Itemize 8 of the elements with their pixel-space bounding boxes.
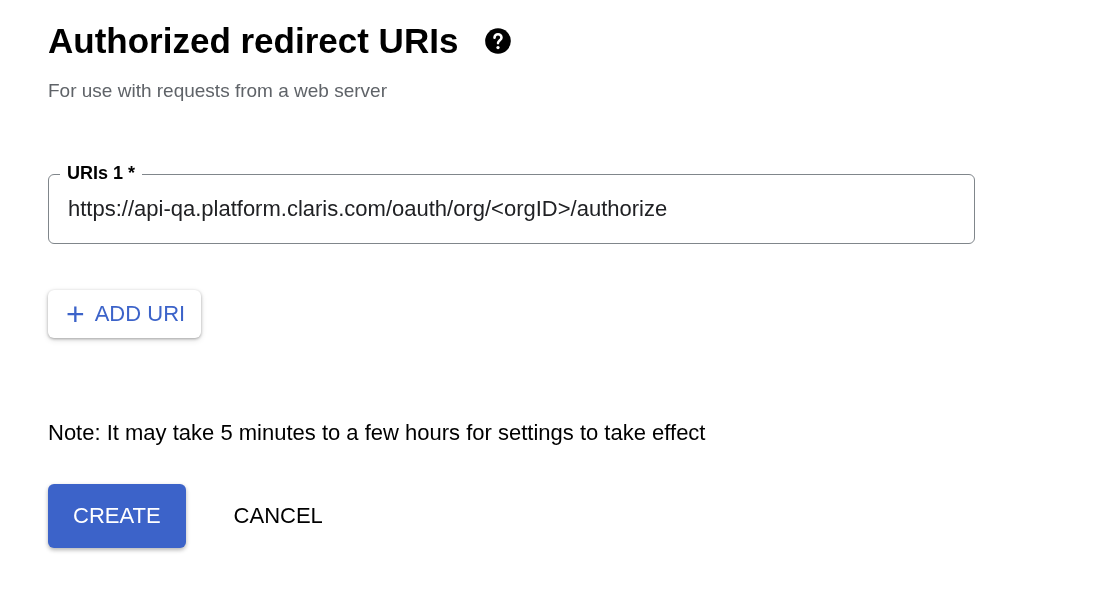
help-icon[interactable] <box>484 27 513 55</box>
cancel-button[interactable]: CANCEL <box>233 503 323 529</box>
add-uri-button[interactable]: + ADD URI <box>48 290 202 338</box>
section-title: Authorized redirect URIs <box>48 20 459 62</box>
section-subtitle: For use with requests from a web server <box>48 80 388 102</box>
plus-icon: + <box>66 298 85 330</box>
create-button[interactable]: CREATE <box>48 484 186 548</box>
note-text: Note: It may take 5 minutes to a few hours for settings to take effect <box>48 420 707 446</box>
